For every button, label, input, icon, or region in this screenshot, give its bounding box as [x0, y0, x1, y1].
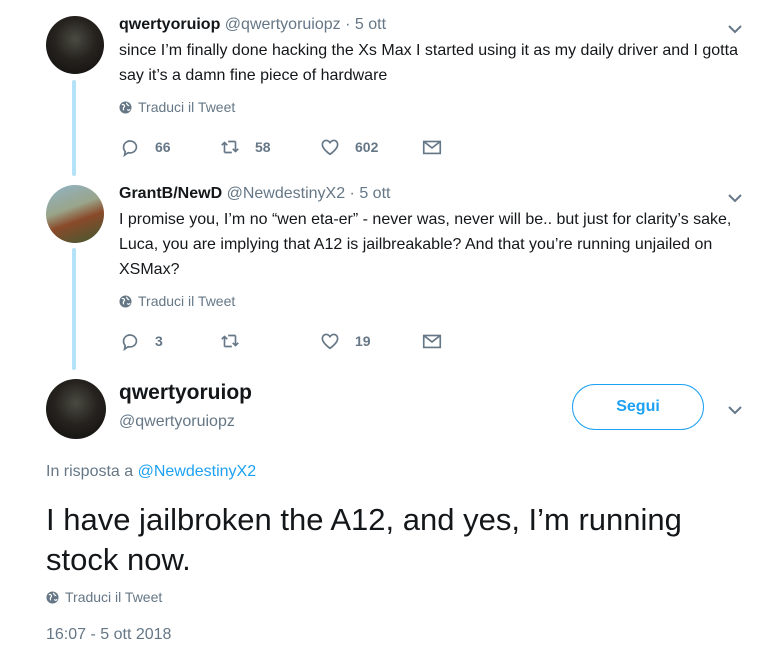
tweet-text: since I’m finally done hacking the Xs Ma… [119, 42, 738, 84]
reply-button[interactable]: 3 [119, 330, 163, 352]
message-button[interactable] [421, 330, 443, 352]
reply-icon [122, 140, 138, 158]
retweet-icon [221, 140, 239, 154]
display-name[interactable]: qwertyoruiop [119, 381, 252, 405]
separator-dot: · [345, 16, 351, 33]
tweet-header: qwertyoruiop @qwertyoruiopz · 5 ott [119, 16, 386, 34]
reply-prefix: In risposta a [46, 463, 134, 480]
user-handle[interactable]: @qwertyoruiopz [119, 413, 235, 431]
retweet-button[interactable]: 58 [219, 136, 271, 158]
reply-button[interactable]: 66 [119, 136, 171, 158]
translate-label: Traduci il Tweet [138, 99, 236, 115]
display-name[interactable]: GrantB/NewD [119, 185, 222, 202]
reply-count: 3 [155, 333, 163, 349]
tweet-text: I have jailbroken the A12, and yes, I’m … [46, 502, 682, 577]
message-button[interactable] [421, 136, 443, 158]
reply-to-link[interactable]: @NewdestinyX2 [138, 463, 257, 480]
message-icon [422, 140, 442, 155]
chevron-down-icon[interactable] [728, 191, 742, 205]
tweet-time[interactable]: 5 ott [355, 16, 386, 33]
reply-count: 66 [155, 139, 171, 155]
translate-link[interactable]: Traduci il Tweet [46, 589, 162, 605]
like-count: 19 [355, 333, 371, 349]
user-handle[interactable]: @NewdestinyX2 [227, 185, 346, 202]
globe-icon [119, 294, 132, 308]
tweet-text: I promise you, I’m no “wen eta-er” - nev… [119, 211, 732, 278]
like-count: 602 [355, 139, 379, 155]
message-icon [422, 334, 442, 349]
separator-dot: · [349, 185, 355, 202]
translate-label: Traduci il Tweet [138, 293, 236, 309]
avatar[interactable] [46, 379, 106, 439]
translate-label: Traduci il Tweet [65, 589, 163, 605]
like-button[interactable]: 602 [319, 136, 378, 158]
like-icon [321, 333, 339, 350]
tweet-time[interactable]: 5 ott [359, 185, 390, 202]
globe-icon [119, 100, 132, 114]
tweet-actions: 3 19 [119, 330, 459, 354]
retweet-icon [221, 334, 239, 348]
like-button[interactable]: 19 [319, 330, 371, 352]
avatar[interactable] [46, 185, 104, 243]
tweet[interactable]: qwertyoruiop @qwertyoruiopz · 5 ott sinc… [0, 0, 781, 175]
user-handle[interactable]: @qwertyoruiopz [225, 16, 341, 33]
tweet-timestamp[interactable]: 16:07 - 5 ott 2018 [46, 626, 171, 644]
globe-icon [46, 590, 59, 604]
reply-icon [122, 334, 138, 352]
reply-context: In risposta a @NewdestinyX2 [46, 463, 256, 481]
chevron-down-icon[interactable] [728, 22, 742, 36]
tweet[interactable]: GrantB/NewD @NewdestinyX2 · 5 ott I prom… [0, 176, 781, 371]
avatar[interactable] [46, 16, 104, 74]
chevron-down-icon[interactable] [728, 403, 742, 417]
like-icon [321, 139, 339, 156]
tweet-header: GrantB/NewD @NewdestinyX2 · 5 ott [119, 185, 390, 203]
follow-button[interactable]: Segui [572, 384, 704, 430]
retweet-button[interactable] [219, 330, 255, 352]
retweet-count: 58 [255, 139, 271, 155]
translate-link[interactable]: Traduci il Tweet [119, 293, 235, 309]
tweet-actions: 66 58 602 [119, 136, 459, 160]
translate-link[interactable]: Traduci il Tweet [119, 99, 235, 115]
display-name[interactable]: qwertyoruiop [119, 16, 220, 33]
